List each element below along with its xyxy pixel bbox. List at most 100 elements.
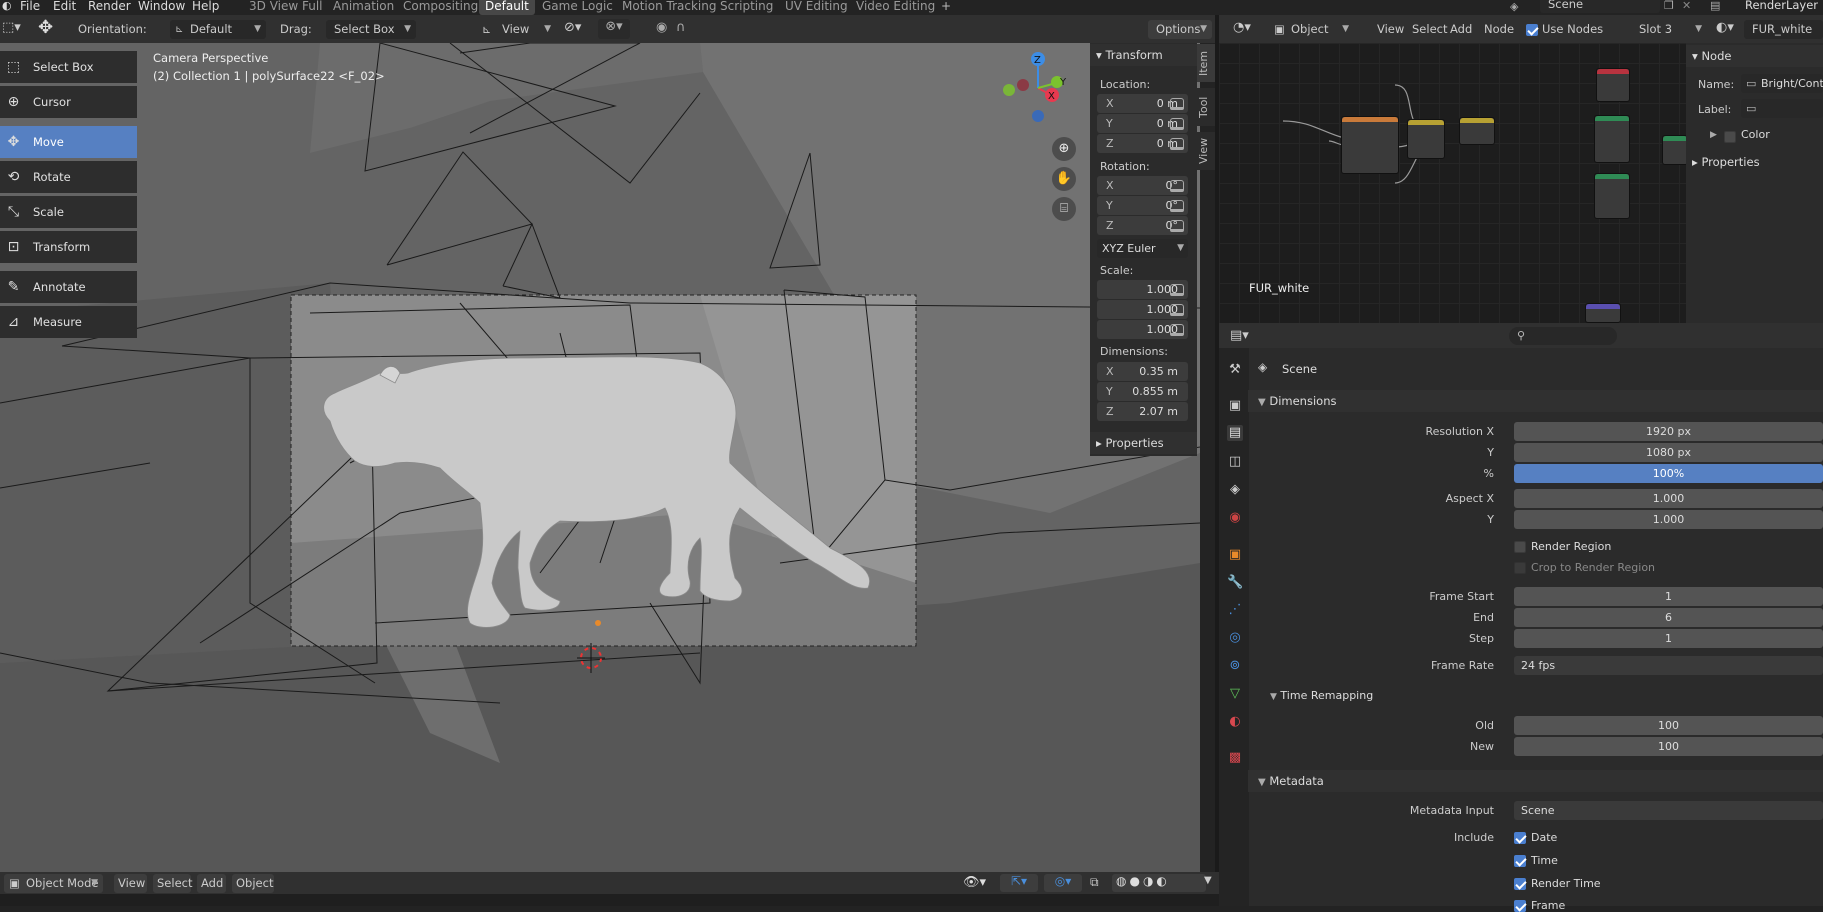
- bottom-menu-object[interactable]: Object: [232, 874, 274, 893]
- drag-dropdown[interactable]: Select Box ▼: [326, 20, 416, 39]
- tool-settings-icon[interactable]: ⚒: [1227, 362, 1243, 378]
- material-icon[interactable]: ◐▾: [1716, 20, 1734, 35]
- lock-icon[interactable]: [1170, 138, 1184, 150]
- lock-icon[interactable]: [1170, 118, 1184, 130]
- node-name-field[interactable]: ▭ Bright/Contr: [1741, 74, 1823, 93]
- rotation-mode-dropdown[interactable]: XYZ Euler ▼: [1097, 239, 1188, 258]
- overlay-toggle-icon[interactable]: ◎▾: [1044, 874, 1082, 892]
- tool-transform[interactable]: ⊡ Transform: [0, 231, 137, 263]
- menu-help[interactable]: Help: [192, 0, 219, 13]
- shader-type-dropdown[interactable]: ▣ Object ▼: [1269, 20, 1354, 39]
- node-menu-add[interactable]: Add: [1450, 20, 1472, 39]
- render-icon[interactable]: ▣: [1227, 398, 1243, 414]
- lock-icon[interactable]: [1170, 220, 1184, 232]
- search-input[interactable]: ⚲: [1509, 327, 1617, 345]
- output-icon[interactable]: ▤: [1227, 425, 1243, 441]
- pivot-point-icon[interactable]: ⊘▾: [564, 20, 581, 35]
- remap-old-field[interactable]: 100: [1514, 716, 1823, 735]
- tab-video-editing[interactable]: Video Editing: [850, 0, 941, 15]
- include-time-checkbox[interactable]: [1514, 855, 1526, 867]
- shading-options-icon[interactable]: ▼: [1204, 875, 1212, 886]
- constraints-icon[interactable]: ⊚: [1227, 658, 1243, 674]
- xray-icon[interactable]: ⧉: [1090, 875, 1099, 890]
- resolution-x-field[interactable]: 1920 px: [1514, 422, 1823, 441]
- tool-measure[interactable]: ⊿ Measure: [0, 306, 137, 338]
- tab-animation[interactable]: Animation: [327, 0, 400, 15]
- bottom-menu-add[interactable]: Add: [197, 874, 226, 893]
- tool-select-box[interactable]: ⬚ Select Box: [0, 51, 137, 83]
- object-properties-icon[interactable]: ▣: [1227, 547, 1243, 563]
- new-scene-icon[interactable]: ❐: [1664, 0, 1674, 12]
- aspect-x-field[interactable]: 1.000: [1514, 489, 1823, 508]
- tool-annotate[interactable]: ✎ Annotate: [0, 271, 137, 303]
- include-render-time-checkbox[interactable]: [1514, 878, 1526, 890]
- tool-cursor[interactable]: ⊕ Cursor: [0, 86, 137, 118]
- tab-3d-view-full[interactable]: 3D View Full: [243, 0, 329, 15]
- proportional-falloff-icon[interactable]: ∩: [676, 20, 686, 35]
- mode-dropdown[interactable]: ▣ Object Mode ▼: [4, 874, 103, 893]
- lock-icon[interactable]: [1170, 180, 1184, 192]
- bottom-menu-view[interactable]: View: [114, 874, 147, 893]
- shader-node-a[interactable]: [1594, 115, 1630, 163]
- crop-region-checkbox[interactable]: [1514, 562, 1526, 574]
- tab-game-logic[interactable]: Game Logic: [536, 0, 619, 15]
- node-properties-header[interactable]: ▸ Properties: [1686, 151, 1823, 173]
- scene-properties-icon[interactable]: ◈: [1227, 482, 1243, 498]
- tool-scale[interactable]: ⤡ Scale: [0, 196, 137, 228]
- dimension-y-field[interactable]: Y 0.855 m: [1097, 382, 1188, 401]
- node-color-checkbox[interactable]: [1724, 131, 1736, 143]
- editor-type-icon[interactable]: ⬚▾: [2, 20, 21, 35]
- lock-icon[interactable]: [1170, 284, 1184, 296]
- menu-edit[interactable]: Edit: [53, 0, 76, 13]
- gizmo-toggle-icon[interactable]: ⇱▾: [1000, 874, 1038, 892]
- resolution-percent-slider[interactable]: 100%: [1514, 464, 1823, 483]
- view-layer-name[interactable]: RenderLayer: [1745, 0, 1818, 12]
- snap-icon[interactable]: ⊗▾: [598, 19, 630, 39]
- node-panel-header[interactable]: ▾ Node: [1686, 45, 1823, 67]
- slot-dropdown[interactable]: Slot 3 ▼: [1631, 20, 1707, 39]
- mix-node[interactable]: [1459, 117, 1495, 145]
- menu-file[interactable]: File: [20, 0, 40, 13]
- vector-node[interactable]: [1585, 303, 1621, 323]
- render-region-checkbox[interactable]: [1514, 541, 1526, 553]
- aspect-y-field[interactable]: 1.000: [1514, 510, 1823, 529]
- metadata-section-header[interactable]: ▼ Metadata: [1248, 770, 1823, 792]
- sidebar-tab-view[interactable]: View: [1197, 132, 1215, 170]
- camera-view-icon[interactable]: ⌸: [1052, 197, 1076, 221]
- node-editor-canvas[interactable]: FUR_white: [1219, 43, 1686, 323]
- dimension-z-field[interactable]: Z 2.07 m: [1097, 402, 1188, 421]
- blender-logo-icon[interactable]: ◐: [2, 0, 12, 12]
- tab-uv-editing[interactable]: UV Editing: [779, 0, 854, 15]
- tab-compositing[interactable]: Compositing: [397, 0, 484, 15]
- time-remapping-header[interactable]: ▼ Time Remapping: [1270, 689, 1373, 702]
- visibility-icon[interactable]: 👁▾: [963, 875, 986, 890]
- sidebar-tab-tool[interactable]: Tool: [1197, 88, 1215, 126]
- texture-node[interactable]: [1341, 116, 1399, 174]
- bright-contrast-node[interactable]: [1596, 68, 1630, 102]
- material-properties-icon[interactable]: ◐: [1227, 714, 1243, 730]
- lock-icon[interactable]: [1170, 324, 1184, 336]
- proportional-edit-icon[interactable]: ◉: [656, 20, 667, 35]
- add-workspace-button[interactable]: +: [935, 0, 957, 15]
- delete-scene-icon[interactable]: ✕: [1682, 0, 1691, 12]
- properties-panel-header[interactable]: ▸ Properties: [1090, 432, 1197, 454]
- frame-rate-dropdown[interactable]: 24 fps: [1514, 656, 1823, 675]
- tool-move[interactable]: ✥ Move: [0, 126, 137, 158]
- transform-panel-header[interactable]: ▾ Transform: [1090, 44, 1197, 66]
- metadata-input-dropdown[interactable]: Scene: [1514, 801, 1823, 820]
- data-icon[interactable]: ▽: [1227, 686, 1243, 702]
- particles-icon[interactable]: ⋰: [1227, 602, 1243, 618]
- 3d-viewport[interactable]: Camera Perspective (2) Collection 1 | po…: [0, 43, 1200, 872]
- bottom-menu-select[interactable]: Select: [153, 874, 192, 893]
- tab-motion-tracking[interactable]: Motion Tracking: [616, 0, 722, 15]
- frame-start-field[interactable]: 1: [1514, 587, 1823, 606]
- color-expand-icon[interactable]: ▶: [1710, 130, 1717, 140]
- options-dropdown[interactable]: Options ▼: [1148, 20, 1212, 39]
- dimensions-section-header[interactable]: ▼ Dimensions: [1248, 390, 1823, 412]
- lock-icon[interactable]: [1170, 98, 1184, 110]
- node-label-field[interactable]: ▭: [1741, 99, 1823, 118]
- include-frame-checkbox[interactable]: [1514, 900, 1526, 912]
- tab-default[interactable]: Default: [479, 0, 535, 15]
- dimension-x-field[interactable]: X 0.35 m: [1097, 362, 1188, 381]
- resolution-y-field[interactable]: 1080 px: [1514, 443, 1823, 462]
